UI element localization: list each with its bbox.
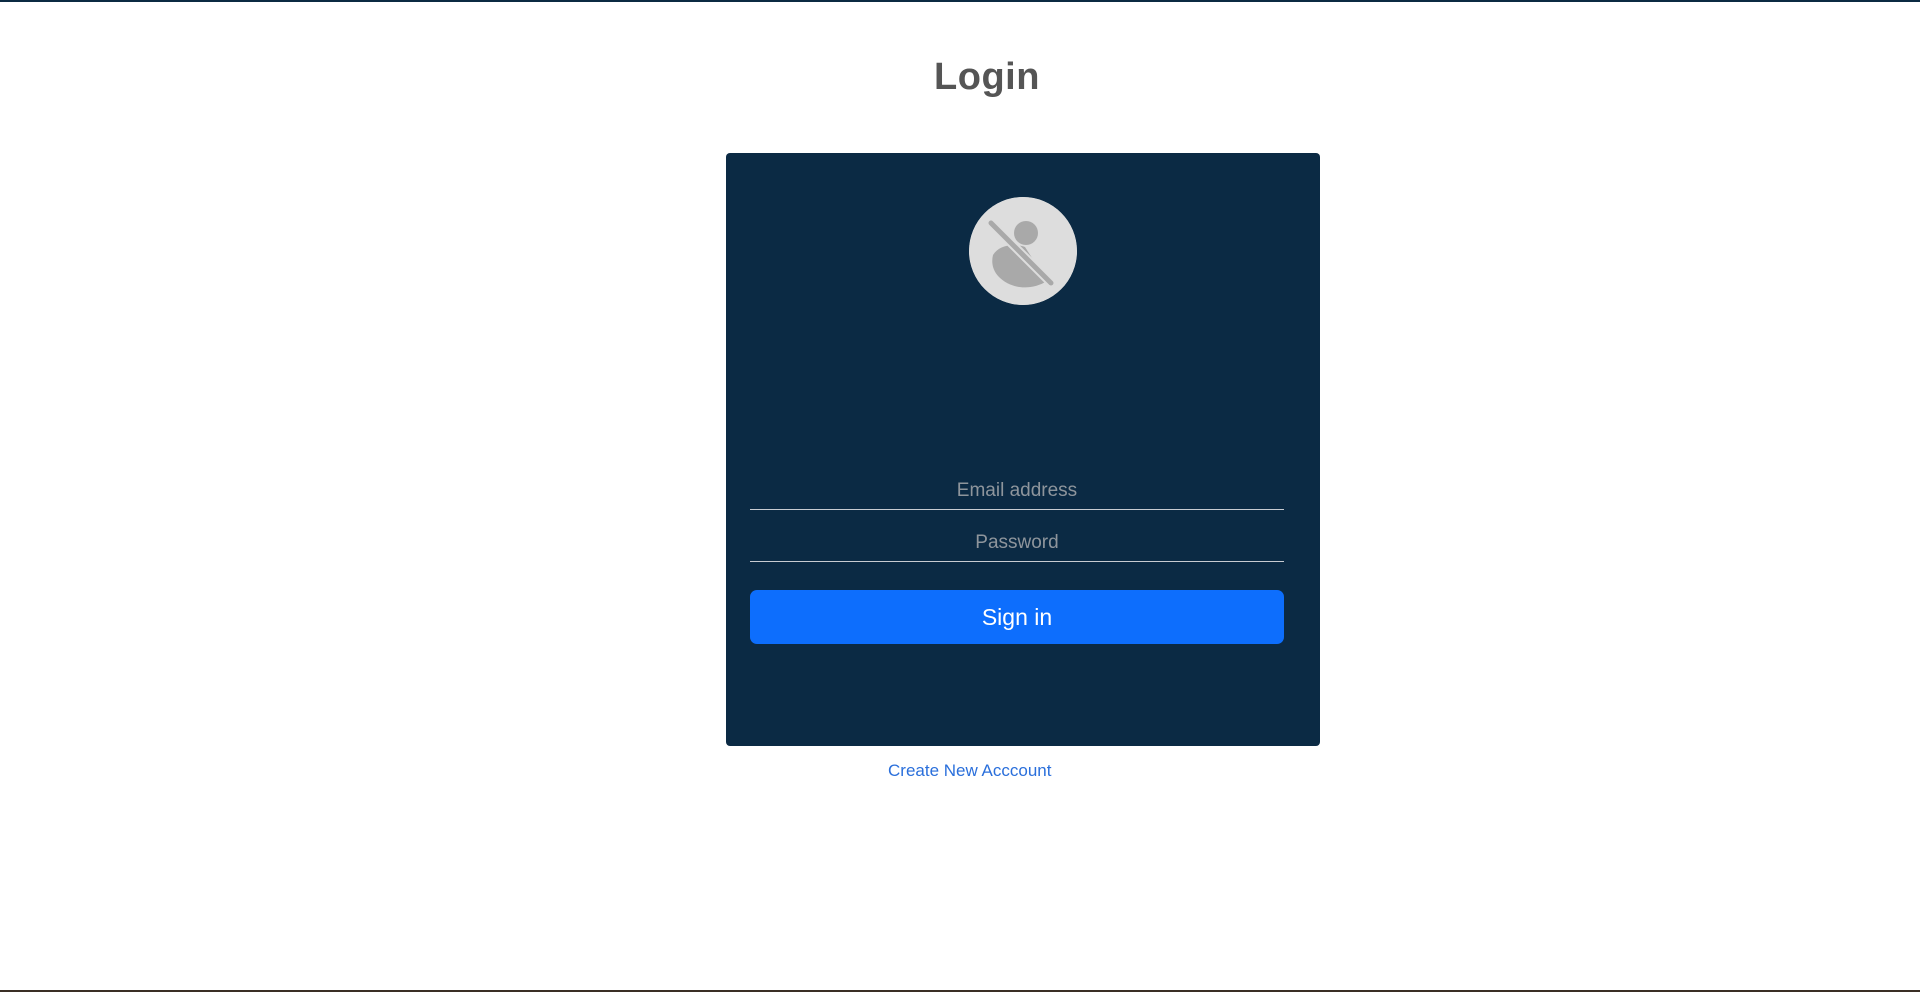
login-card: Sign in: [726, 153, 1320, 746]
password-field[interactable]: [750, 524, 1284, 562]
create-account-link[interactable]: Create New Acccount: [888, 761, 1051, 781]
top-border: [0, 0, 1920, 2]
user-slash-icon: [969, 197, 1077, 305]
signin-button[interactable]: Sign in: [750, 590, 1284, 644]
email-field[interactable]: [750, 472, 1284, 510]
page-title: Login: [934, 56, 1040, 98]
